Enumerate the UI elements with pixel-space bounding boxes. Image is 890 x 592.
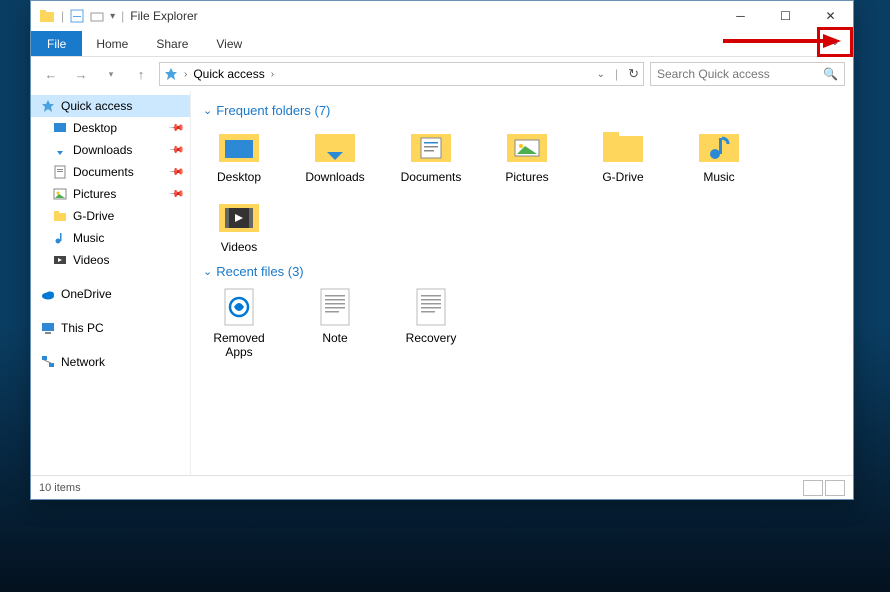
downloads-icon xyxy=(53,143,67,157)
qat-separator: | xyxy=(61,9,64,23)
videos-icon xyxy=(53,253,67,267)
sidebar-item-label: G-Drive xyxy=(73,209,114,223)
pin-icon: 📌 xyxy=(167,120,184,137)
window-title: File Explorer xyxy=(130,9,197,23)
folder-item[interactable]: Videos xyxy=(203,196,275,254)
sidebar-item-network[interactable]: Network xyxy=(31,351,190,373)
view-details-button[interactable] xyxy=(803,480,823,496)
file-item[interactable]: Removed Apps xyxy=(203,287,275,359)
sidebar-item-label: Documents xyxy=(73,165,134,179)
annotation-arrow xyxy=(723,31,843,51)
pictures-icon xyxy=(53,187,67,201)
chevron-right-icon: › xyxy=(271,69,274,80)
folder-item[interactable]: Pictures xyxy=(491,126,563,184)
sidebar-item-pictures[interactable]: Pictures 📌 xyxy=(31,183,190,205)
address-dropdown-icon[interactable]: ⌄ xyxy=(597,69,605,80)
search-placeholder: Search Quick access xyxy=(657,67,770,81)
sidebar-item-label: OneDrive xyxy=(61,287,112,301)
sidebar-item-label: Network xyxy=(61,355,105,369)
item-count: 10 items xyxy=(39,482,81,494)
recent-files-grid: Removed Apps Note Recovery xyxy=(203,287,841,359)
nav-bar: ← → ▾ ↑ › Quick access › ⌄ | ↻ Search Qu… xyxy=(31,57,853,91)
folder-item[interactable]: Desktop xyxy=(203,126,275,184)
folder-item[interactable]: Downloads xyxy=(299,126,371,184)
sidebar-item-onedrive[interactable]: OneDrive xyxy=(31,283,190,305)
qat-separator: | xyxy=(121,9,124,23)
breadcrumb-root[interactable]: Quick access xyxy=(193,67,264,81)
status-bar: 10 items xyxy=(31,475,853,499)
sidebar-item-label: Downloads xyxy=(73,143,132,157)
folder-icon xyxy=(53,209,67,223)
tab-view[interactable]: View xyxy=(202,31,256,56)
up-button[interactable]: ↑ xyxy=(129,62,153,86)
refresh-icon[interactable]: ↻ xyxy=(628,66,639,82)
folder-item[interactable]: Music xyxy=(683,126,755,184)
qat-newfolder-icon[interactable] xyxy=(90,9,104,23)
file-explorer-window: | ▾ | File Explorer ─ ☐ ✕ File Home Shar… xyxy=(30,0,854,500)
sidebar-item-label: Videos xyxy=(73,253,109,267)
pin-icon: 📌 xyxy=(167,164,184,181)
sidebar-item-label: This PC xyxy=(61,321,104,335)
sidebar-item-label: Quick access xyxy=(61,99,132,113)
chevron-down-icon: ⌄ xyxy=(203,265,212,278)
sidebar-item-downloads[interactable]: Downloads 📌 xyxy=(31,139,190,161)
network-icon xyxy=(41,355,55,369)
sidebar-item-label: Music xyxy=(73,231,104,245)
navigation-pane: Quick access Desktop 📌 Downloads 📌 Docum… xyxy=(31,91,191,475)
sidebar-item-quick-access[interactable]: Quick access xyxy=(31,95,190,117)
chevron-right-icon: › xyxy=(184,69,187,80)
music-icon xyxy=(53,231,67,245)
pin-icon: 📌 xyxy=(167,142,184,159)
tab-share[interactable]: Share xyxy=(142,31,202,56)
sidebar-item-videos[interactable]: Videos xyxy=(31,249,190,271)
sidebar-item-documents[interactable]: Documents 📌 xyxy=(31,161,190,183)
title-bar: | ▾ | File Explorer ─ ☐ ✕ xyxy=(31,1,853,31)
onedrive-icon xyxy=(41,287,55,301)
forward-button[interactable]: → xyxy=(69,62,93,86)
tab-home[interactable]: Home xyxy=(82,31,142,56)
sidebar-item-gdrive[interactable]: G-Drive xyxy=(31,205,190,227)
app-icon xyxy=(39,8,55,24)
section-frequent-folders[interactable]: ⌄ Frequent folders (7) xyxy=(203,103,841,118)
file-item[interactable]: Note xyxy=(299,287,371,359)
view-icons-button[interactable] xyxy=(825,480,845,496)
folder-item[interactable]: G-Drive xyxy=(587,126,659,184)
folder-item[interactable]: Documents xyxy=(395,126,467,184)
sidebar-item-thispc[interactable]: This PC xyxy=(31,317,190,339)
qat-dropdown-icon[interactable]: ▾ xyxy=(110,11,115,22)
quick-access-icon xyxy=(41,99,55,113)
recent-locations-button[interactable]: ▾ xyxy=(99,62,123,86)
file-item[interactable]: Recovery xyxy=(395,287,467,359)
frequent-folders-grid: Desktop Downloads Documents Pictures G-D… xyxy=(203,126,841,254)
section-recent-files[interactable]: ⌄ Recent files (3) xyxy=(203,264,841,279)
sidebar-item-desktop[interactable]: Desktop 📌 xyxy=(31,117,190,139)
documents-icon xyxy=(53,165,67,179)
address-bar[interactable]: › Quick access › ⌄ | ↻ xyxy=(159,62,644,86)
tab-file[interactable]: File xyxy=(31,31,82,56)
thispc-icon xyxy=(41,321,55,335)
maximize-button[interactable]: ☐ xyxy=(763,1,808,31)
search-icon: 🔍 xyxy=(823,67,838,81)
sidebar-item-label: Pictures xyxy=(73,187,116,201)
minimize-button[interactable]: ─ xyxy=(718,1,763,31)
content-pane: ⌄ Frequent folders (7) Desktop Downloads… xyxy=(191,91,853,475)
search-input[interactable]: Search Quick access 🔍 xyxy=(650,62,845,86)
quick-access-icon xyxy=(164,67,178,81)
sidebar-item-label: Desktop xyxy=(73,121,117,135)
qat-properties-icon[interactable] xyxy=(70,9,84,23)
sidebar-item-music[interactable]: Music xyxy=(31,227,190,249)
desktop-icon xyxy=(53,121,67,135)
back-button[interactable]: ← xyxy=(39,62,63,86)
chevron-down-icon: ⌄ xyxy=(203,104,212,117)
pin-icon: 📌 xyxy=(167,186,184,203)
